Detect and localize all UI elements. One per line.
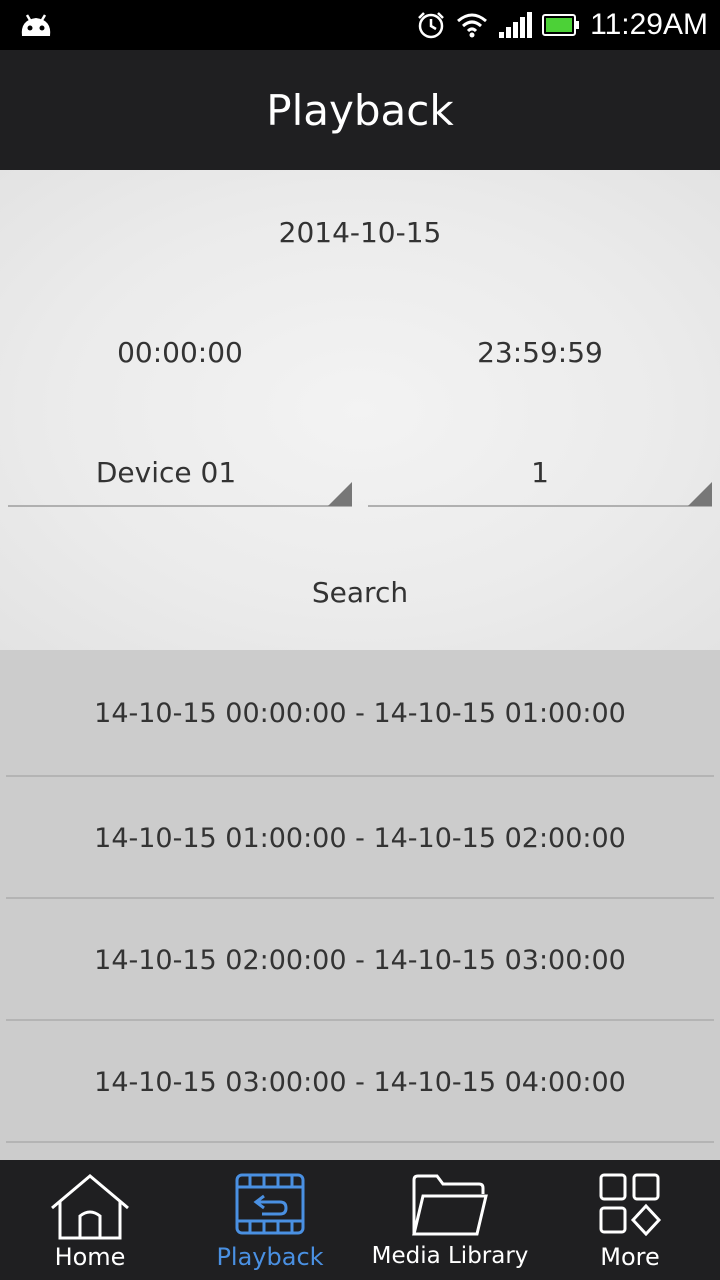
list-item[interactable]: 14-10-15 00:00:00 - 14-10-15 01:00:00 xyxy=(0,650,720,777)
result-list: 14-10-15 00:00:00 - 14-10-15 01:00:00 14… xyxy=(0,650,720,1160)
device-spinner[interactable]: Device 01 xyxy=(8,436,352,508)
search-button-label: Search xyxy=(311,575,409,609)
start-time-value: 00:00:00 xyxy=(117,335,243,369)
nav-home-label: Home xyxy=(54,1243,126,1271)
playback-icon xyxy=(234,1172,306,1240)
device-value: Device 01 xyxy=(95,455,237,489)
channel-value: 1 xyxy=(531,455,549,489)
spinner-arrow-icon xyxy=(688,482,712,506)
wifi-icon xyxy=(456,12,488,38)
signal-icon xyxy=(498,12,533,38)
end-time-value: 23:59:59 xyxy=(477,335,603,369)
nav-more-label: More xyxy=(600,1243,660,1271)
spinner-underline xyxy=(368,505,712,507)
status-time: 11:29AM xyxy=(590,8,708,41)
nav-playback-label: Playback xyxy=(216,1243,324,1271)
end-time-picker[interactable]: 23:59:59 xyxy=(360,316,720,388)
spinner-underline xyxy=(8,505,352,507)
battery-icon xyxy=(542,14,580,36)
nav-media-library[interactable]: Media Library xyxy=(360,1160,540,1280)
search-button[interactable]: Search xyxy=(0,556,720,628)
start-time-picker[interactable]: 00:00:00 xyxy=(0,316,360,388)
list-item-label: 14-10-15 02:00:00 - 14-10-15 03:00:00 xyxy=(94,944,626,976)
app-header: Playback xyxy=(0,50,720,170)
alarm-icon xyxy=(416,10,446,40)
nav-playback[interactable]: Playback xyxy=(180,1160,360,1280)
nav-media-library-label: Media Library xyxy=(371,1243,529,1269)
spinner-arrow-icon xyxy=(328,482,352,506)
list-item-label: 14-10-15 00:00:00 - 14-10-15 01:00:00 xyxy=(94,698,626,729)
channel-spinner[interactable]: 1 xyxy=(368,436,712,508)
android-icon xyxy=(18,10,54,42)
list-item-label: 14-10-15 01:00:00 - 14-10-15 02:00:00 xyxy=(94,822,626,854)
folder-icon xyxy=(411,1172,489,1242)
date-value: 2014-10-15 xyxy=(278,215,442,249)
home-icon xyxy=(48,1172,132,1246)
nav-home[interactable]: Home xyxy=(0,1160,180,1280)
list-item[interactable]: 14-10-15 03:00:00 - 14-10-15 04:00:00 xyxy=(0,1021,720,1143)
nav-more[interactable]: More xyxy=(540,1160,720,1280)
date-picker[interactable]: 2014-10-15 xyxy=(0,196,720,268)
list-item-label: 14-10-15 03:00:00 - 14-10-15 04:00:00 xyxy=(94,1066,626,1098)
page-title: Playback xyxy=(266,85,454,135)
list-item[interactable]: 14-10-15 01:00:00 - 14-10-15 02:00:00 xyxy=(0,777,720,899)
bottom-nav: Home Playback Media Library More xyxy=(0,1160,720,1280)
list-item[interactable]: 14-10-15 02:00:00 - 14-10-15 03:00:00 xyxy=(0,899,720,1021)
grid-icon xyxy=(598,1172,662,1240)
status-bar: 11:29AM xyxy=(0,0,720,50)
